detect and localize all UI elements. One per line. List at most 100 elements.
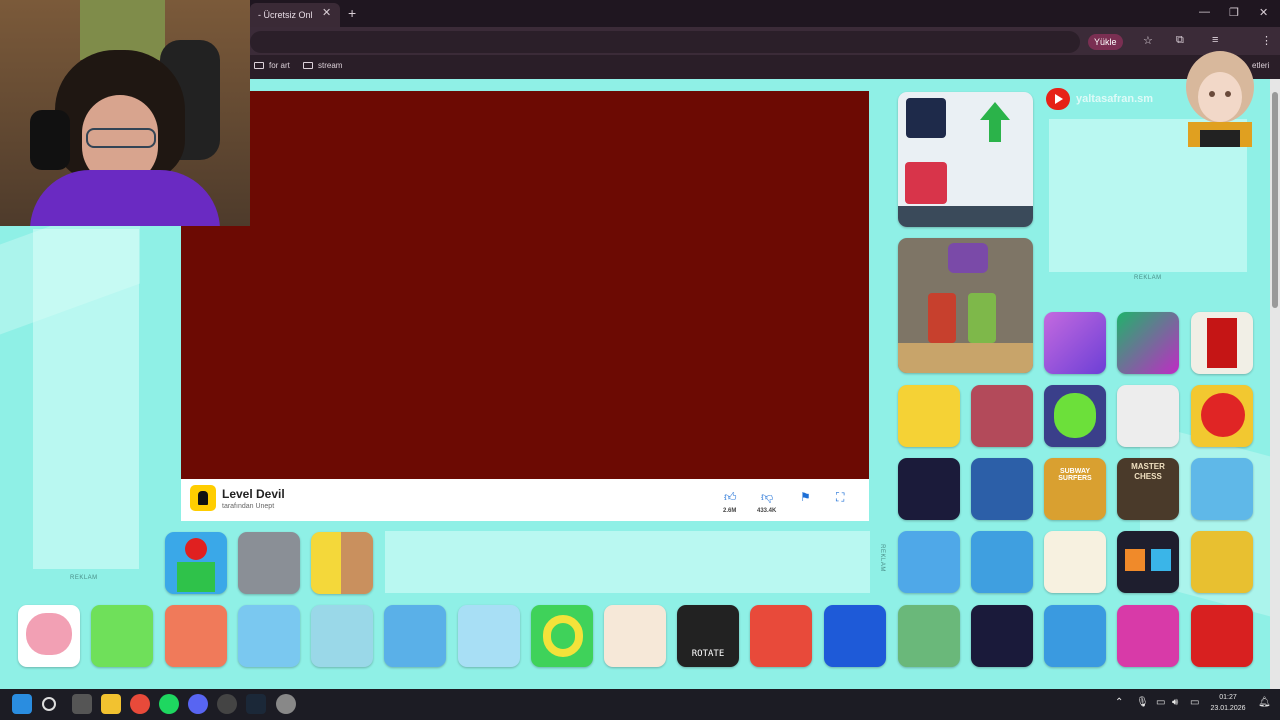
game-tile[interactable]: [1044, 605, 1106, 667]
game-tile[interactable]: [1117, 385, 1179, 447]
game-tile[interactable]: [384, 605, 446, 667]
maximize-button[interactable]: ❐: [1229, 6, 1239, 19]
game-tile[interactable]: [898, 238, 1033, 373]
windows-start-icon[interactable]: [12, 694, 32, 714]
character-icon: [177, 562, 215, 592]
game-tile[interactable]: [971, 458, 1033, 520]
microphone-icon[interactable]: 🎙︎: [1136, 697, 1149, 708]
game-tile[interactable]: [971, 385, 1033, 447]
spotify-icon[interactable]: [159, 694, 179, 714]
game-tile[interactable]: [971, 605, 1033, 667]
game-tile[interactable]: [91, 605, 153, 667]
game-canvas[interactable]: [181, 91, 869, 479]
channel-handle: yaltasafran.sm: [1076, 93, 1154, 105]
game-tile[interactable]: [898, 458, 960, 520]
game-tile[interactable]: [898, 531, 960, 593]
game-tile[interactable]: [1117, 605, 1179, 667]
game-tile[interactable]: [898, 605, 960, 667]
upload-button[interactable]: Yükle: [1088, 34, 1123, 50]
save-icon: [906, 98, 946, 138]
character-icon: [341, 532, 373, 594]
bookmark-star-icon[interactable]: ☆: [1143, 34, 1153, 47]
tab-close-icon[interactable]: ✕: [322, 6, 331, 19]
tab-title: - Ücretsiz Onl: [258, 10, 313, 20]
file-explorer-icon[interactable]: [101, 694, 121, 714]
battery-icon[interactable]: ▭: [1190, 697, 1199, 708]
fullscreen-icon[interactable]: ⛶: [836, 490, 844, 505]
tray-overflow-icon[interactable]: ⌃: [1115, 697, 1123, 708]
like-icon[interactable]: 👍︎: [724, 490, 737, 505]
game-title: Level Devil: [222, 487, 285, 501]
game-tile[interactable]: [1044, 531, 1106, 593]
bookmark-label: for art: [269, 61, 290, 70]
game-tile[interactable]: ROTATE: [677, 605, 739, 667]
game-tile[interactable]: [458, 605, 520, 667]
discord-icon[interactable]: [188, 694, 208, 714]
close-window-button[interactable]: ✕: [1259, 6, 1268, 19]
volume-icon[interactable]: 🔊︎: [1172, 697, 1178, 708]
game-tile[interactable]: [898, 92, 1033, 227]
game-tile[interactable]: [238, 605, 300, 667]
block-icon: [1151, 549, 1171, 571]
avatar-illustration: [1186, 51, 1254, 147]
floor: [898, 206, 1033, 227]
game-tile[interactable]: [1117, 531, 1179, 593]
obs-icon[interactable]: [217, 694, 237, 714]
arrow-up-icon: [980, 102, 1010, 142]
ad-left: [33, 229, 139, 569]
game-tile[interactable]: [1044, 312, 1106, 374]
clock-date[interactable]: 23.01.2026: [1205, 705, 1251, 712]
ad-bottom-middle: [385, 531, 870, 593]
game-tile[interactable]: [604, 605, 666, 667]
game-developer[interactable]: tarafından Unept: [222, 503, 274, 510]
notification-icon[interactable]: 🔔︎: [1258, 697, 1271, 708]
game-tile[interactable]: [18, 605, 80, 667]
menu-icon[interactable]: ⋮: [1261, 34, 1272, 47]
bookmark-folder-for-art[interactable]: for art: [254, 61, 290, 70]
game-tile[interactable]: [1191, 312, 1253, 374]
address-bar[interactable]: [250, 31, 1080, 53]
youtube-icon: [1046, 88, 1070, 110]
game-tile[interactable]: [1117, 312, 1179, 374]
task-view-icon[interactable]: [72, 694, 92, 714]
clock-time[interactable]: 01:27: [1208, 694, 1248, 701]
brain-icon: [26, 613, 72, 655]
game-tile[interactable]: SUBWAY SURFERS: [1044, 458, 1106, 520]
game-tile[interactable]: [165, 532, 227, 594]
settings-gear-icon[interactable]: [276, 694, 296, 714]
tile-text: SUBWAY SURFERS: [1058, 468, 1092, 482]
network-icon[interactable]: ▭: [1156, 697, 1165, 708]
dislike-count: 433.4K: [757, 508, 777, 514]
search-icon[interactable]: [42, 697, 56, 711]
game-tile[interactable]: MASTER CHESS: [1117, 458, 1179, 520]
game-tile[interactable]: [311, 532, 373, 594]
report-flag-icon[interactable]: ⚑: [800, 490, 811, 504]
game-logo: [190, 485, 216, 511]
game-tile[interactable]: [750, 605, 812, 667]
tile-text: MASTER CHESS: [1131, 462, 1165, 481]
chrome-icon[interactable]: [130, 694, 150, 714]
game-tile[interactable]: [824, 605, 886, 667]
game-tile[interactable]: [898, 385, 960, 447]
bookmark-folder-stream[interactable]: stream: [303, 61, 342, 70]
scrollbar-thumb[interactable]: [1272, 92, 1278, 308]
like-count: 2.6M: [723, 508, 737, 514]
game-tile[interactable]: [238, 532, 300, 594]
game-tile[interactable]: [1191, 385, 1253, 447]
game-tile[interactable]: [971, 531, 1033, 593]
game-tile[interactable]: [1044, 385, 1106, 447]
microphone: [30, 110, 70, 170]
door-icon: [1207, 318, 1237, 368]
steam-icon[interactable]: [246, 694, 266, 714]
dislike-icon[interactable]: 👎︎: [761, 490, 773, 505]
slime-icon: [1054, 393, 1096, 438]
game-tile[interactable]: [531, 605, 593, 667]
game-tile[interactable]: [1191, 531, 1253, 593]
game-tile[interactable]: [311, 605, 373, 667]
game-tile[interactable]: [165, 605, 227, 667]
minimize-button[interactable]: —: [1199, 6, 1210, 18]
new-tab-button[interactable]: +: [348, 5, 356, 21]
game-tile[interactable]: [1191, 458, 1253, 520]
game-tile[interactable]: [1191, 605, 1253, 667]
character-icon: [928, 293, 956, 343]
